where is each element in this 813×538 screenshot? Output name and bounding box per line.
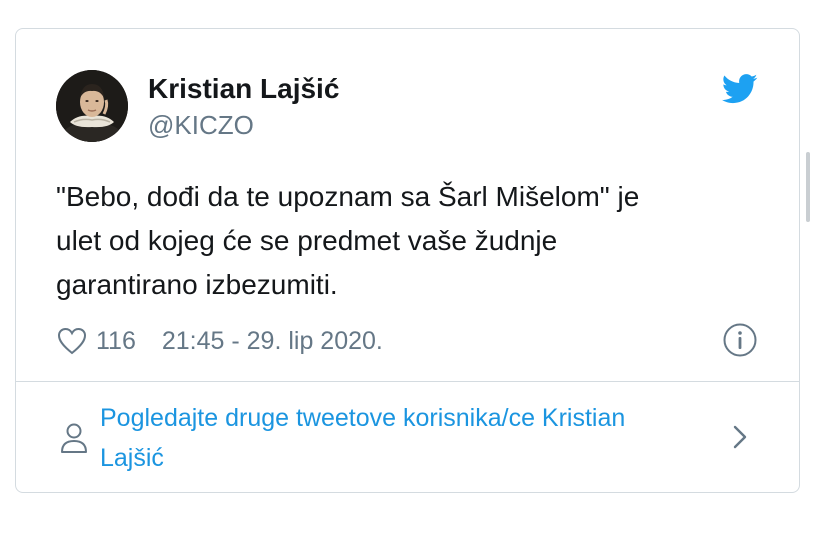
tweet-text: "Bebo, dođi da te upoznam sa Šarl Mišelo… [56,175,756,307]
twitter-bird-icon[interactable] [722,74,758,104]
author-handle[interactable]: @KICZO [148,110,254,141]
author-avatar[interactable] [56,70,128,142]
tweet-text-line: "Bebo, dođi da te upoznam sa Šarl Mišelo… [56,181,640,212]
author-name[interactable]: Kristian Lajšić [148,73,339,105]
person-icon [61,423,87,453]
tweet-text-line: ulet od kojeg će se predmet vaše žudnje [56,225,558,256]
embedded-tweet-card: Kristian Lajšić @KICZO "Bebo, dođi da te… [15,28,800,493]
info-icon[interactable] [722,322,758,358]
scrollbar-thumb[interactable] [806,152,810,222]
more-tweets-label-line: Pogledajte druge tweetove korisnika/ce K… [100,404,626,432]
tweet-meta: 116 21:45 - 29. lip 2020. [56,326,383,356]
more-tweets-label-line: Lajšić [100,444,164,472]
more-tweets-link[interactable]: Pogledajte druge tweetove korisnika/ce K… [16,382,799,493]
like-count[interactable]: 116 [96,327,136,356]
tweet-timestamp[interactable]: 21:45 - 29. lip 2020. [162,327,383,356]
more-tweets-label: Pogledajte druge tweetove korisnika/ce K… [100,398,720,478]
tweet-text-line: garantirano izbezumiti. [56,269,338,300]
chevron-right-icon [733,425,747,449]
heart-icon[interactable] [56,326,88,356]
